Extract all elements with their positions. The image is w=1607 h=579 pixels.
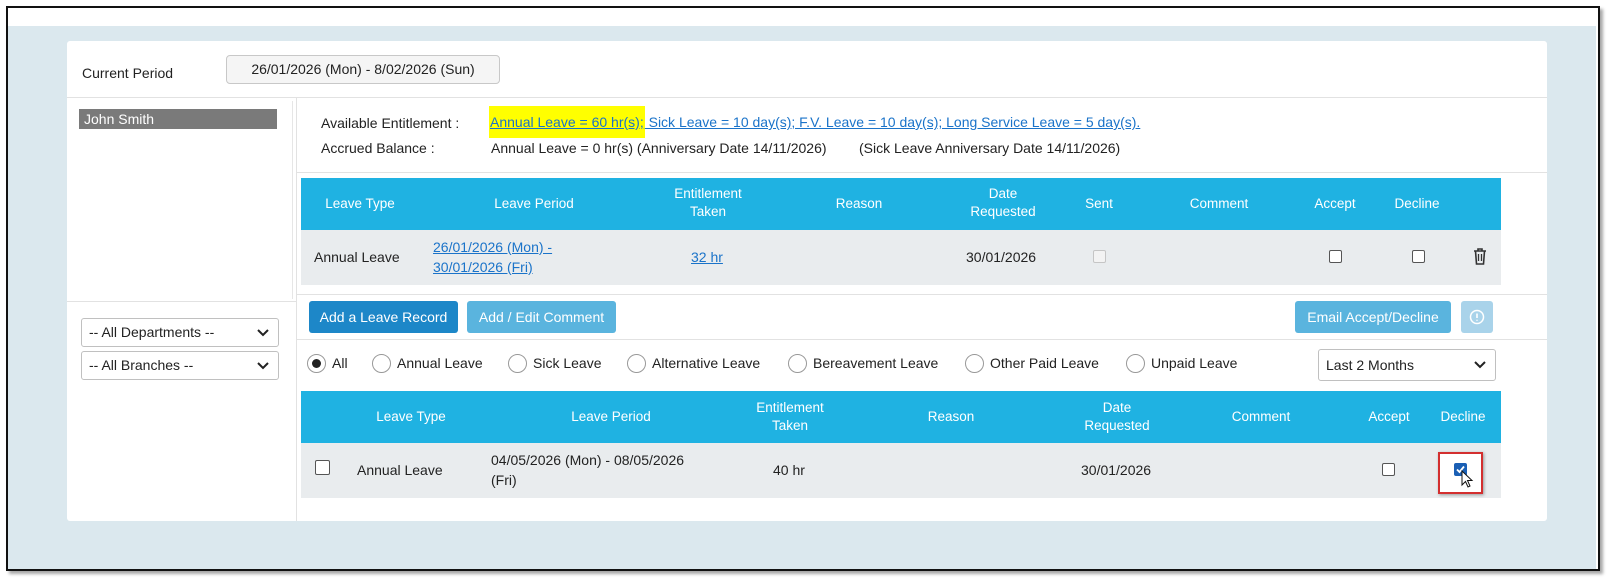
branch-select-value: -- All Branches -- xyxy=(89,357,194,373)
col-entitlement-taken: Taken xyxy=(689,204,727,219)
highlight-callout xyxy=(1438,452,1483,494)
available-entitlement-label: Available Entitlement : xyxy=(321,115,460,131)
employee-item[interactable]: John Smith xyxy=(79,109,277,129)
row-taken: 40 hr xyxy=(773,462,805,478)
radio-other-paid-label: Other Paid Leave xyxy=(990,355,1099,371)
row-date-requested: 30/01/2026 xyxy=(966,249,1037,265)
department-select[interactable]: -- All Departments -- xyxy=(81,318,279,347)
decline-checkbox[interactable] xyxy=(1412,250,1425,263)
radio-annual-input[interactable] xyxy=(372,353,391,373)
accrued-balance-value: Annual Leave = 0 hr(s) (Anniversary Date… xyxy=(491,140,827,156)
radio-all-input[interactable] xyxy=(307,353,326,373)
radio-sick-label: Sick Leave xyxy=(533,355,602,371)
table-row: Annual Leave 04/05/2026 (Mon) - 08/05/20… xyxy=(301,443,1501,498)
accept-checkbox[interactable] xyxy=(1382,463,1395,476)
cursor-icon xyxy=(1461,470,1474,488)
radio-sick-input[interactable] xyxy=(508,353,527,373)
row-taken-link[interactable]: 32 hr xyxy=(691,249,723,265)
entitlement-links: Annual Leave = 60 hr(s); Sick Leave = 10… xyxy=(489,105,1140,139)
accept-checkbox[interactable] xyxy=(1329,250,1342,263)
branch-select[interactable]: -- All Branches -- xyxy=(81,351,279,380)
divider xyxy=(297,294,1547,295)
row-leave-period-link[interactable]: 26/01/2026 (Mon) - xyxy=(433,239,552,255)
radio-annual-label: Annual Leave xyxy=(397,355,483,371)
col-decline: Decline xyxy=(1394,196,1440,211)
radio-bereavement-label: Bereavement Leave xyxy=(813,355,939,371)
info-icon xyxy=(1469,309,1485,325)
radio-alternative-input[interactable] xyxy=(627,353,646,373)
col-leave-type: Leave Type xyxy=(376,409,446,424)
radio-unpaid-leave[interactable]: Unpaid Leave xyxy=(1126,352,1237,376)
divider xyxy=(67,301,296,302)
date-range-select[interactable]: Last 2 Months xyxy=(1318,349,1496,381)
row-date-requested: 30/01/2026 xyxy=(1081,462,1152,478)
col-leave-period: Leave Period xyxy=(571,409,651,424)
leave-panel: Current Period 26/01/2026 (Mon) - 8/02/2… xyxy=(67,41,1547,521)
page-background: Current Period 26/01/2026 (Mon) - 8/02/2… xyxy=(8,26,1596,569)
radio-all-label: All xyxy=(332,355,348,371)
row-leave-period-link-2[interactable]: 30/01/2026 (Fri) xyxy=(433,259,533,275)
radio-other-paid-input[interactable] xyxy=(965,353,984,373)
row-leave-period: 04/05/2026 (Mon) - 08/05/2026 xyxy=(491,452,685,468)
radio-bereavement-leave[interactable]: Bereavement Leave xyxy=(788,352,938,376)
radio-annual-leave[interactable]: Annual Leave xyxy=(372,352,483,376)
col-entitlement: Entitlement xyxy=(756,400,824,415)
sick-anniversary-value: (Sick Leave Anniversary Date 14/11/2026) xyxy=(859,140,1121,156)
divider xyxy=(67,97,1547,98)
radio-alternative-leave[interactable]: Alternative Leave xyxy=(627,352,760,376)
col-date-requested: Requested xyxy=(970,204,1036,219)
radio-bereavement-input[interactable] xyxy=(788,353,807,373)
radio-unpaid-label: Unpaid Leave xyxy=(1151,355,1238,371)
col-reason: Reason xyxy=(835,196,883,211)
col-date: Date xyxy=(1102,400,1132,415)
current-period-selector[interactable]: 26/01/2026 (Mon) - 8/02/2026 (Sun) xyxy=(226,55,500,84)
radio-alternative-label: Alternative Leave xyxy=(652,355,761,371)
annual-leave-entitlement-link[interactable]: Annual Leave = 60 hr(s); xyxy=(489,106,645,138)
radio-other-paid-leave[interactable]: Other Paid Leave xyxy=(965,352,1099,376)
col-leave-period: Leave Period xyxy=(494,196,574,211)
sent-checkbox xyxy=(1093,250,1106,263)
employee-list[interactable] xyxy=(75,101,293,299)
table-row: Annual Leave 26/01/2026 (Mon) - 30/01/20… xyxy=(301,230,1501,285)
col-accept: Accept xyxy=(1314,196,1356,211)
date-range-value: Last 2 Months xyxy=(1326,357,1414,373)
add-leave-record-button[interactable]: Add a Leave Record xyxy=(309,301,458,333)
divider xyxy=(296,98,297,521)
trash-icon[interactable] xyxy=(1473,248,1487,265)
row-leave-type: Annual Leave xyxy=(314,249,400,265)
col-accept: Accept xyxy=(1368,409,1410,424)
col-entitlement-taken: Taken xyxy=(771,418,809,433)
current-period-label: Current Period xyxy=(82,65,174,81)
radio-all[interactable]: All xyxy=(307,352,348,376)
col-leave-type: Leave Type xyxy=(325,196,395,211)
row-leave-period-2: (Fri) xyxy=(491,472,517,488)
divider xyxy=(297,339,1547,340)
chevron-down-icon xyxy=(1474,361,1486,369)
divider xyxy=(297,172,1547,173)
radio-sick-leave[interactable]: Sick Leave xyxy=(508,352,601,376)
col-reason: Reason xyxy=(927,409,975,424)
history-table-header: Leave Type Leave Period Entitlement Take… xyxy=(301,391,1501,443)
radio-unpaid-input[interactable] xyxy=(1126,353,1145,373)
row-select-checkbox[interactable] xyxy=(315,460,330,475)
accrued-balance-label: Accrued Balance : xyxy=(321,140,435,156)
row-leave-type: Annual Leave xyxy=(357,462,443,478)
other-entitlement-links[interactable]: Sick Leave = 10 day(s); F.V. Leave = 10 … xyxy=(645,114,1141,130)
email-accept-decline-button[interactable]: Email Accept/Decline xyxy=(1295,301,1451,333)
col-entitlement: Entitlement xyxy=(674,186,742,201)
info-button[interactable] xyxy=(1461,301,1493,333)
department-select-value: -- All Departments -- xyxy=(89,324,215,340)
col-decline: Decline xyxy=(1440,409,1486,424)
col-date-requested: Requested xyxy=(1084,418,1150,433)
col-comment: Comment xyxy=(1231,409,1291,424)
pending-table-header: Leave Type Leave Period Entitlement Take… xyxy=(301,178,1501,230)
chevron-down-icon xyxy=(257,362,269,370)
col-date: Date xyxy=(988,186,1018,201)
chevron-down-icon xyxy=(257,329,269,337)
add-edit-comment-button[interactable]: Add / Edit Comment xyxy=(467,301,616,333)
col-sent: Sent xyxy=(1085,196,1113,211)
col-comment: Comment xyxy=(1189,196,1249,211)
